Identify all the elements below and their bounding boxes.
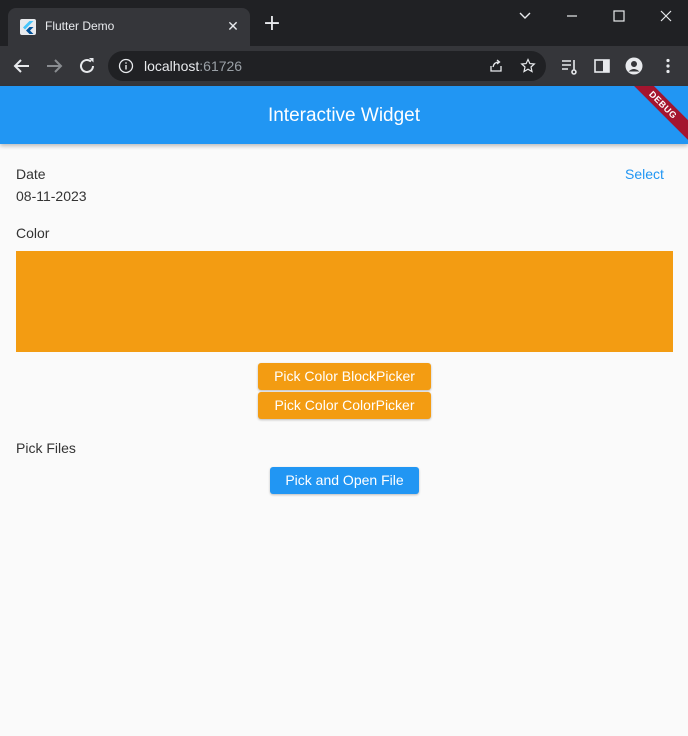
url-text: localhost:61726	[144, 58, 242, 74]
close-window-icon[interactable]	[651, 6, 681, 26]
browser-toolbar: localhost:61726	[0, 46, 688, 86]
back-icon[interactable]	[10, 54, 34, 78]
minimize-icon[interactable]	[557, 6, 587, 26]
url-host: localhost	[144, 58, 200, 74]
color-preview	[16, 251, 673, 352]
date-label: Date	[16, 166, 46, 182]
page-title: Interactive Widget	[267, 105, 421, 126]
browser-titlebar: Flutter Demo ✕ +	[0, 0, 688, 46]
bookmark-star-icon[interactable]	[520, 58, 536, 74]
pick-and-open-file-button[interactable]: Pick and Open File	[270, 467, 419, 494]
tab-title: Flutter Demo	[45, 19, 115, 33]
profile-icon[interactable]	[625, 57, 643, 75]
flutter-icon	[20, 19, 36, 35]
pick-color-blockpicker-button[interactable]: Pick Color BlockPicker	[258, 363, 431, 390]
pick-color-colorpicker-button[interactable]: Pick Color ColorPicker	[258, 392, 431, 419]
close-tab-icon[interactable]: ✕	[224, 17, 242, 35]
pick-files-label: Pick Files	[16, 440, 76, 456]
select-date-button[interactable]: Select	[625, 166, 664, 182]
browser-tab[interactable]: Flutter Demo ✕	[8, 8, 250, 46]
date-value: 08-11-2023	[16, 188, 87, 204]
menu-dots-icon[interactable]	[659, 57, 677, 75]
reading-list-icon[interactable]	[560, 57, 578, 75]
side-panel-icon[interactable]	[593, 57, 611, 75]
color-label: Color	[16, 225, 50, 241]
app-bar: Interactive Widget DEBUG	[0, 86, 688, 144]
url-port: :61726	[199, 58, 243, 74]
share-icon[interactable]	[488, 58, 504, 74]
maximize-icon[interactable]	[604, 6, 634, 26]
tab-search-icon[interactable]	[510, 6, 540, 26]
reload-icon[interactable]	[75, 54, 99, 78]
info-icon[interactable]	[118, 58, 134, 74]
new-tab-button[interactable]: +	[262, 13, 282, 35]
address-bar[interactable]: localhost:61726	[108, 51, 546, 81]
forward-icon[interactable]	[42, 54, 66, 78]
